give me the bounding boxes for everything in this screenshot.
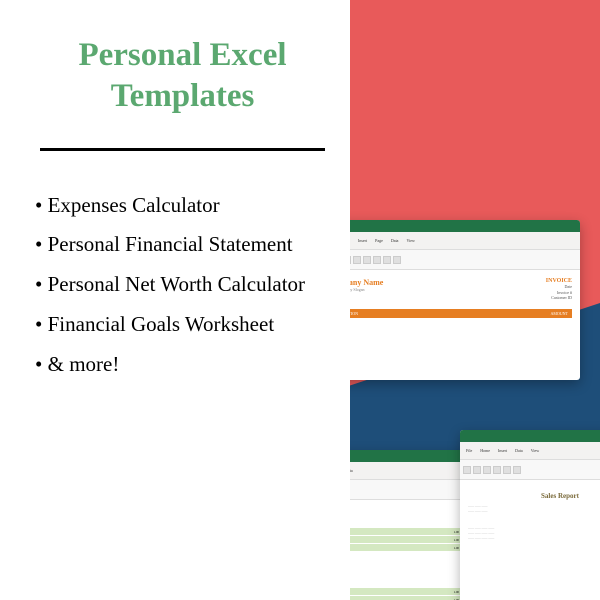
tailspin-brand-label: Tailspin Toys [350, 512, 462, 522]
excel-ribbon: FileHomeInsertPageDataView [350, 232, 580, 250]
title-line-2: Templates [111, 78, 255, 114]
right-visual-column: FileHomeInsertPageDataView Company Name … [350, 0, 600, 600]
company-name-label: Company Name [350, 278, 383, 287]
title-line-1: Personal Excel [78, 37, 286, 73]
list-item: Personal Net Worth Calculator [35, 265, 330, 305]
left-content-column: Personal Excel Templates Expenses Calcul… [0, 0, 350, 600]
excel-content-area: Sales Report —— —— —— —— —— —— —— —— —— … [460, 480, 600, 549]
excel-titlebar [350, 450, 470, 462]
excel-toolbar [350, 250, 580, 270]
list-item: & more! [35, 345, 330, 385]
excel-ribbon: FileHomeInsertData [350, 462, 470, 480]
excel-toolbar [460, 460, 600, 480]
sales-heading: Sales Report [468, 492, 600, 500]
excel-preview-sales: FileHomeInsertDataView Sales Report —— —… [460, 430, 600, 600]
list-item: Expenses Calculator [35, 186, 330, 226]
excel-preview-invoice: FileHomeInsertPageDataView Company Name … [350, 220, 580, 380]
excel-titlebar [460, 430, 600, 442]
excel-content-area: Company Name Your Company Slogan INVOICE… [350, 270, 580, 326]
title-divider [40, 148, 325, 151]
excel-content-area: Tailspin Toys Item1.00 Item1.00 Item1.00… [350, 500, 470, 600]
invoice-table-header: DESCRIPTION AMOUNT [350, 309, 572, 318]
excel-toolbar [350, 480, 470, 500]
feature-list: Expenses Calculator Personal Financial S… [35, 186, 330, 385]
list-item: Personal Financial Statement [35, 225, 330, 265]
slogan-label: Your Company Slogan [350, 287, 383, 292]
page-title: Personal Excel Templates [35, 35, 330, 118]
excel-preview-tailspin: FileHomeInsertData Tailspin Toys Item1.0… [350, 450, 470, 600]
excel-titlebar [350, 220, 580, 232]
list-item: Financial Goals Worksheet [35, 305, 330, 345]
excel-ribbon: FileHomeInsertDataView [460, 442, 600, 460]
